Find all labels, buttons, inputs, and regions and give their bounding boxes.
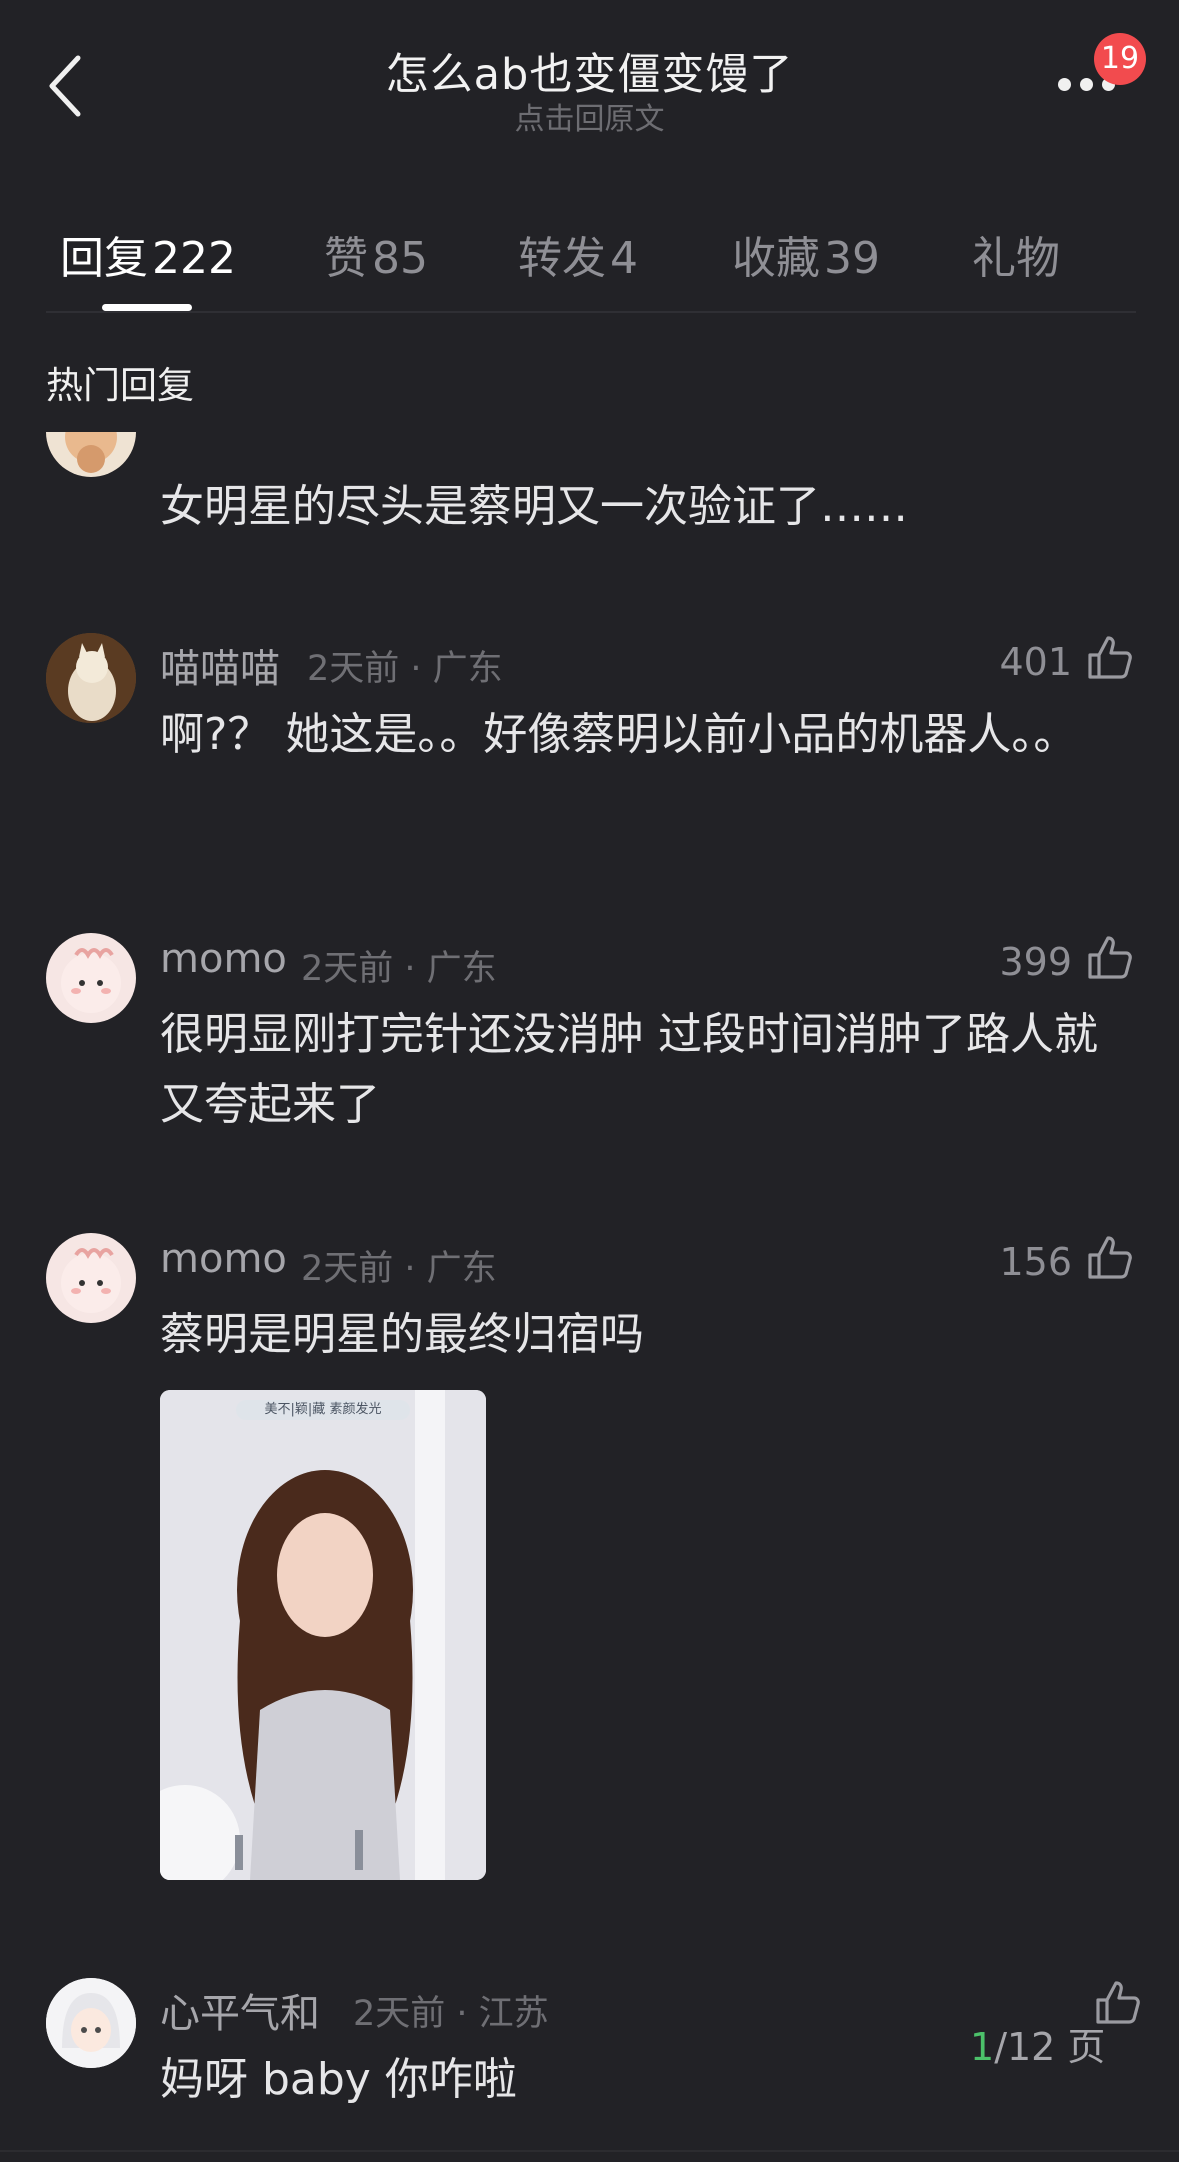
comment-meta: 2天前 · 广东 (301, 1249, 497, 1289)
username[interactable]: 心平气和 (160, 1981, 320, 2039)
notification-badge: 19 (1094, 33, 1146, 85)
comment-text: 女明星的尽头是蔡明又一次验证了…… (160, 481, 908, 532)
comment-location: 广东 (426, 1249, 497, 1289)
active-tab-indicator (102, 304, 192, 311)
page-indicator[interactable]: 1/12 页 (970, 2016, 1105, 2071)
avatar[interactable] (46, 633, 136, 723)
like-count: 399 (999, 940, 1072, 984)
avatar[interactable] (46, 432, 136, 477)
comment-meta: 2天前 · 广东 (301, 949, 497, 989)
tab-count: 85 (372, 233, 428, 284)
comment-time: 2天前 (307, 649, 400, 689)
username[interactable]: momo (160, 1236, 287, 1282)
top-bar: 怎么ab也变僵变馒了 点击回原文 19 (0, 0, 1179, 170)
comment-location: 广东 (426, 949, 497, 989)
tab-reposts[interactable]: 转发4 (518, 222, 638, 286)
tab-label: 转发 (518, 233, 606, 284)
comment-time: 2天前 (301, 1249, 394, 1289)
image-caption: 美不|颖|藏 素颜发光 (236, 1400, 410, 1420)
tab-replies[interactable]: 回复222 (60, 222, 236, 286)
comment-meta: 2天前 · 广东 (307, 649, 503, 689)
thumbs-up-icon[interactable] (1086, 933, 1134, 981)
comment-text: 很明显刚打完针还没消肿 过段时间消肿了路人就又夸起来了 (160, 1009, 1098, 1130)
thumbs-up-icon[interactable] (1086, 1233, 1134, 1281)
comment-location: 江苏 (478, 1994, 549, 2034)
section-title-hot-replies: 热门回复 (46, 364, 194, 407)
like-count: 401 (999, 640, 1072, 684)
thumbs-up-icon[interactable] (1086, 633, 1134, 681)
tab-label: 赞 (324, 233, 368, 284)
avatar[interactable] (46, 1978, 136, 2068)
comment-text: 啊?？ 她这是。。好像蔡明以前小品的机器人。。 (160, 709, 1078, 760)
comment-meta: 2天前 · 江苏 (353, 1994, 549, 2034)
bottom-divider (0, 2150, 1179, 2152)
tab-likes[interactable]: 赞85 (324, 222, 428, 286)
avatar[interactable] (46, 1233, 136, 1323)
comment-image[interactable]: 美不|颖|藏 素颜发光 (160, 1390, 486, 1880)
tab-count: 4 (610, 233, 638, 284)
tab-bar: 回复222 赞85 转发4 收藏39 礼物 (0, 210, 1179, 312)
tab-label: 回复 (60, 233, 148, 284)
comment-time: 2天前 (301, 949, 394, 989)
tab-label: 礼物 (972, 233, 1060, 284)
comment-time: 2天前 (353, 1994, 446, 2034)
tab-count: 39 (824, 233, 880, 284)
tab-label: 收藏 (732, 233, 820, 284)
back-to-original-link[interactable]: 点击回原文 (0, 94, 1179, 138)
tab-gifts[interactable]: 礼物 (972, 222, 1060, 286)
tab-divider (46, 311, 1136, 313)
username[interactable]: 喵喵喵 (160, 636, 280, 694)
tab-favorites[interactable]: 收藏39 (732, 222, 880, 286)
avatar[interactable] (46, 933, 136, 1023)
comment-location: 广东 (432, 649, 503, 689)
total-pages: /12 页 (994, 2025, 1106, 2069)
like-count: 156 (999, 1240, 1072, 1284)
username[interactable]: momo (160, 936, 287, 982)
comment-text: 蔡明是明星的最终归宿吗 (160, 1309, 644, 1360)
tab-count: 222 (152, 233, 236, 284)
current-page: 1 (970, 2025, 995, 2069)
page-title[interactable]: 怎么ab也变僵变馒了 (0, 40, 1179, 102)
